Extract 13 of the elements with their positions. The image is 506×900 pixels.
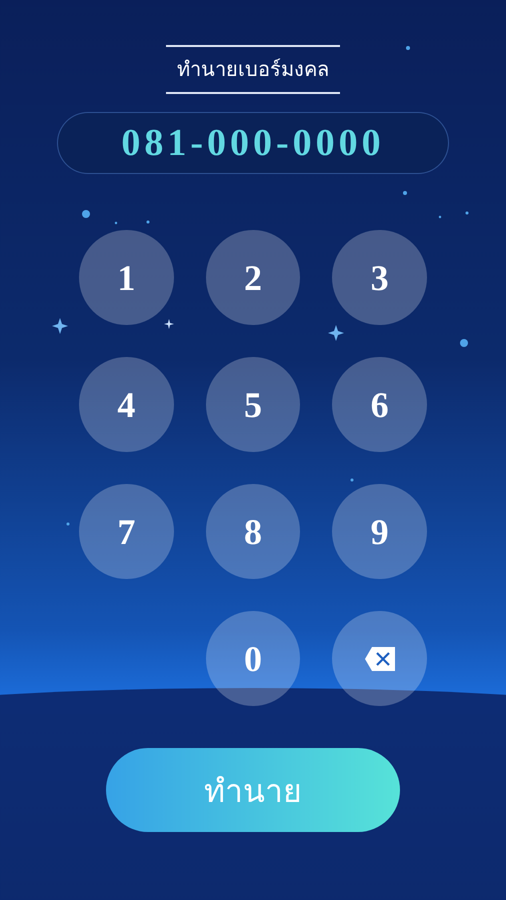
digit-key[interactable]: 4 (79, 357, 174, 452)
digit-key[interactable]: 5 (206, 357, 300, 452)
digit-key[interactable]: 3 (332, 230, 428, 325)
digit-key[interactable]: 9 (332, 484, 428, 579)
digit-key[interactable]: 7 (79, 484, 174, 579)
digit-key[interactable]: 6 (332, 357, 428, 452)
backspace-icon (362, 644, 397, 672)
phone-number-display: 081-000-0000 (57, 112, 449, 174)
digit-key[interactable]: 0 (206, 611, 300, 706)
digit-key[interactable]: 1 (79, 230, 174, 325)
digit-key[interactable]: 8 (206, 484, 300, 579)
digit-key[interactable]: 2 (206, 230, 300, 325)
app-title: ทำนายเบอร์มงคล (177, 56, 329, 83)
